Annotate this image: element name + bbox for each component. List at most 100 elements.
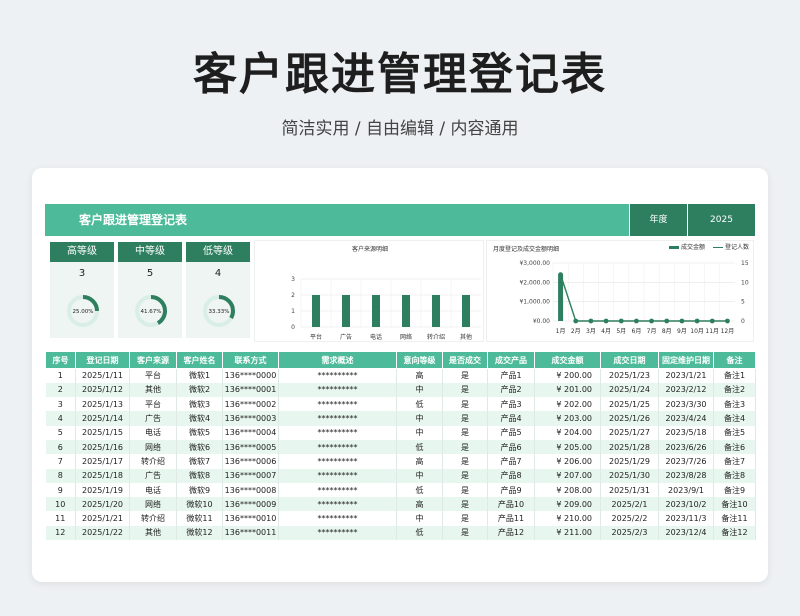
table-cell[interactable]: 备注12 bbox=[713, 525, 756, 541]
table-row[interactable]: 2 2025/1/12 其他 微软2 136****0001 ********** 中是产品… bbox=[45, 382, 756, 398]
table-cell[interactable]: 是 bbox=[442, 525, 488, 541]
column-header[interactable]: 序号 bbox=[45, 351, 76, 369]
table-cell[interactable]: 低 bbox=[396, 525, 443, 541]
table-cell[interactable]: 136****0005 bbox=[222, 439, 279, 455]
table-cell[interactable]: 2025/1/24 bbox=[600, 382, 659, 398]
table-cell[interactable]: 是 bbox=[442, 468, 488, 483]
column-header[interactable]: 联系方式 bbox=[222, 351, 279, 369]
table-cell[interactable]: 136****0009 bbox=[222, 497, 279, 512]
table-cell[interactable]: 2025/1/19 bbox=[75, 482, 130, 498]
table-cell[interactable]: 微软6 bbox=[176, 439, 223, 455]
table-cell[interactable]: ********** bbox=[278, 397, 397, 412]
table-cell[interactable]: 136****0007 bbox=[222, 468, 279, 483]
table-cell[interactable]: 备注9 bbox=[713, 482, 756, 498]
table-cell[interactable]: 产品3 bbox=[487, 397, 535, 412]
column-header[interactable]: 需求概述 bbox=[278, 351, 397, 369]
table-cell[interactable]: 微软2 bbox=[176, 382, 223, 398]
table-cell[interactable]: 是 bbox=[442, 425, 488, 440]
table-cell[interactable]: 2025/1/15 bbox=[75, 425, 130, 440]
table-cell[interactable]: ¥ 204.00 bbox=[534, 425, 601, 440]
table-cell[interactable]: 2023/8/28 bbox=[658, 468, 714, 483]
table-cell[interactable]: 高 bbox=[396, 497, 443, 512]
table-cell[interactable]: 3 bbox=[45, 397, 76, 412]
table-cell[interactable]: 8 bbox=[45, 468, 76, 483]
table-cell[interactable]: 9 bbox=[45, 482, 76, 498]
table-cell[interactable]: 是 bbox=[442, 411, 488, 426]
table-cell[interactable]: 产品4 bbox=[487, 411, 535, 426]
table-cell[interactable]: 产品2 bbox=[487, 382, 535, 398]
table-cell[interactable]: 2025/1/12 bbox=[75, 382, 130, 398]
table-cell[interactable]: ********** bbox=[278, 525, 397, 541]
table-cell[interactable]: 2025/1/25 bbox=[600, 397, 659, 412]
column-header[interactable]: 成交产品 bbox=[487, 351, 535, 369]
table-cell[interactable]: 2025/1/30 bbox=[600, 468, 659, 483]
table-cell[interactable]: 2023/7/26 bbox=[658, 454, 714, 469]
table-cell[interactable]: 产品10 bbox=[487, 497, 535, 512]
table-cell[interactable]: 微软7 bbox=[176, 454, 223, 469]
table-cell[interactable]: 2023/12/4 bbox=[658, 525, 714, 541]
table-cell[interactable]: 微软5 bbox=[176, 425, 223, 440]
table-cell[interactable]: 2 bbox=[45, 382, 76, 398]
table-cell[interactable]: ********** bbox=[278, 368, 397, 383]
table-cell[interactable]: 产品7 bbox=[487, 454, 535, 469]
column-header[interactable]: 客户来源 bbox=[129, 351, 177, 369]
table-row[interactable]: 12 2025/1/22 其他 微软12 136****0011 ********** 低是… bbox=[45, 525, 756, 541]
table-cell[interactable]: ¥ 205.00 bbox=[534, 439, 601, 455]
column-header[interactable]: 登记日期 bbox=[75, 351, 130, 369]
table-cell[interactable]: 微软10 bbox=[176, 497, 223, 512]
table-cell[interactable]: 广告 bbox=[129, 468, 177, 483]
table-cell[interactable]: 网络 bbox=[129, 497, 177, 512]
table-cell[interactable]: 备注5 bbox=[713, 425, 756, 440]
column-header[interactable]: 成交金额 bbox=[534, 351, 601, 369]
table-cell[interactable]: 2025/1/13 bbox=[75, 397, 130, 412]
table-cell[interactable]: 2023/1/21 bbox=[658, 368, 714, 383]
table-cell[interactable]: 网络 bbox=[129, 439, 177, 455]
table-cell[interactable]: 2023/10/2 bbox=[658, 497, 714, 512]
table-cell[interactable]: 是 bbox=[442, 511, 488, 526]
table-cell[interactable]: 中 bbox=[396, 468, 443, 483]
table-cell[interactable]: 微软11 bbox=[176, 511, 223, 526]
table-cell[interactable]: 广告 bbox=[129, 411, 177, 426]
table-cell[interactable]: 是 bbox=[442, 368, 488, 383]
table-cell[interactable]: 2025/1/28 bbox=[600, 439, 659, 455]
year-value[interactable]: 2025 bbox=[687, 204, 755, 236]
table-cell[interactable]: 2025/1/14 bbox=[75, 411, 130, 426]
table-cell[interactable]: 2025/1/16 bbox=[75, 439, 130, 455]
table-cell[interactable]: 产品9 bbox=[487, 482, 535, 498]
table-cell[interactable]: 平台 bbox=[129, 397, 177, 412]
table-cell[interactable]: 136****0006 bbox=[222, 454, 279, 469]
table-cell[interactable]: ¥ 201.00 bbox=[534, 382, 601, 398]
table-cell[interactable]: 136****0004 bbox=[222, 425, 279, 440]
table-cell[interactable]: 低 bbox=[396, 397, 443, 412]
table-cell[interactable]: 2023/5/18 bbox=[658, 425, 714, 440]
table-cell[interactable]: 12 bbox=[45, 525, 76, 541]
table-cell[interactable]: ¥ 202.00 bbox=[534, 397, 601, 412]
table-cell[interactable]: 2023/11/3 bbox=[658, 511, 714, 526]
table-cell[interactable]: 备注11 bbox=[713, 511, 756, 526]
table-cell[interactable]: ¥ 207.00 bbox=[534, 468, 601, 483]
table-cell[interactable]: 136****0011 bbox=[222, 525, 279, 541]
table-cell[interactable]: 2025/1/29 bbox=[600, 454, 659, 469]
table-cell[interactable]: ¥ 209.00 bbox=[534, 497, 601, 512]
table-cell[interactable]: 产品6 bbox=[487, 439, 535, 455]
table-cell[interactable]: ********** bbox=[278, 482, 397, 498]
table-cell[interactable]: ¥ 206.00 bbox=[534, 454, 601, 469]
table-cell[interactable]: 2023/3/30 bbox=[658, 397, 714, 412]
table-row[interactable]: 3 2025/1/13 平台 微软3 136****0002 ********** 低是产品… bbox=[45, 397, 756, 412]
table-row[interactable]: 5 2025/1/15 电话 微软5 136****0004 ********** 中是产品… bbox=[45, 425, 756, 440]
table-cell[interactable]: 136****0002 bbox=[222, 397, 279, 412]
table-cell[interactable]: 2025/2/3 bbox=[600, 525, 659, 541]
table-cell[interactable]: 产品5 bbox=[487, 425, 535, 440]
table-cell[interactable]: 微软9 bbox=[176, 482, 223, 498]
table-cell[interactable]: 2023/6/26 bbox=[658, 439, 714, 455]
table-cell[interactable]: 2025/1/22 bbox=[75, 525, 130, 541]
table-row[interactable]: 8 2025/1/18 广告 微软8 136****0007 ********** 中是产品… bbox=[45, 468, 756, 483]
table-cell[interactable]: ********** bbox=[278, 454, 397, 469]
table-cell[interactable]: 2025/1/17 bbox=[75, 454, 130, 469]
table-cell[interactable]: 2025/1/26 bbox=[600, 411, 659, 426]
table-cell[interactable]: 2025/2/2 bbox=[600, 511, 659, 526]
table-cell[interactable]: 备注1 bbox=[713, 368, 756, 383]
table-cell[interactable]: 备注4 bbox=[713, 411, 756, 426]
table-cell[interactable]: 中 bbox=[396, 511, 443, 526]
table-cell[interactable]: 高 bbox=[396, 454, 443, 469]
